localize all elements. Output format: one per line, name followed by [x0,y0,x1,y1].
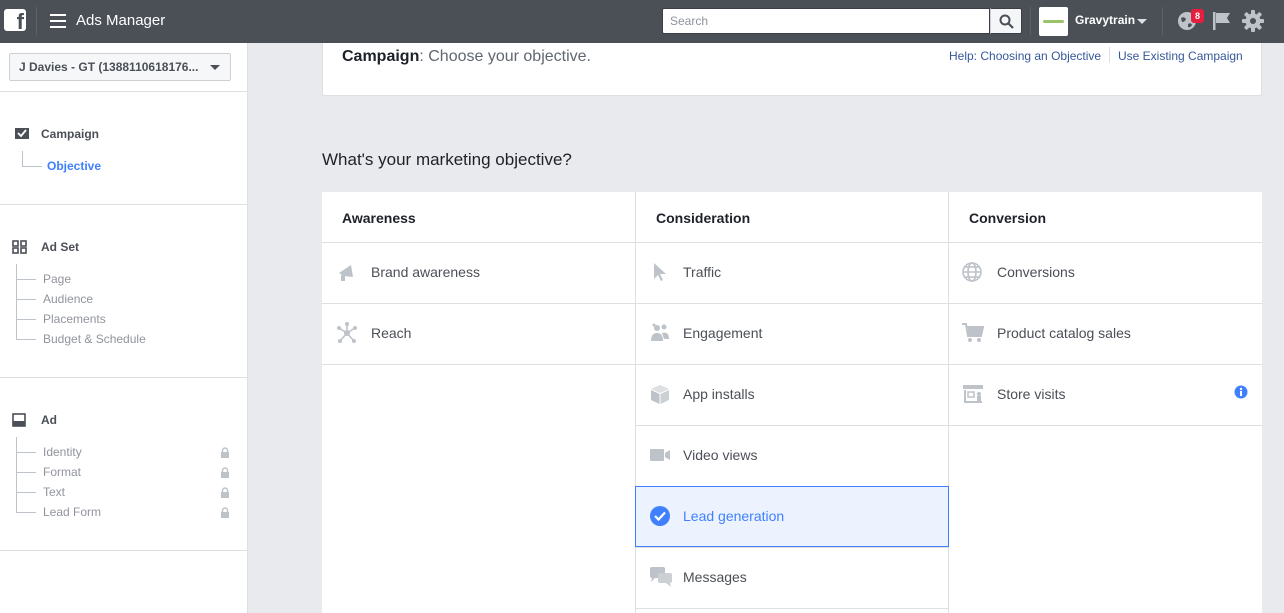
sidebar-section-campaign[interactable]: Campaign [41,127,99,141]
check-circle-icon [650,506,670,526]
column-heading-awareness: Awareness [342,210,416,226]
objective-engagement[interactable]: Engagement [635,303,949,364]
search-icon [999,14,1014,29]
account-selector[interactable]: J Davies - GT (1388110618176... [9,53,231,81]
sidebar-item-placements[interactable]: Placements [43,312,106,326]
lock-icon [221,487,229,498]
sidebar-item-audience[interactable]: Audience [43,292,93,306]
video-camera-icon [650,449,670,461]
globe-icon [962,262,982,282]
sidebar-section-ad[interactable]: Ad [41,413,57,427]
lock-icon [221,507,229,518]
hamburger-menu-icon[interactable] [50,14,66,28]
search-button[interactable] [990,8,1022,34]
shopping-cart-icon [962,323,985,342]
objective-reach[interactable]: Reach [322,303,635,364]
people-icon [651,323,669,341]
sidebar-item-budget-schedule[interactable]: Budget & Schedule [43,332,146,346]
sidebar-item-format[interactable]: Format [43,465,81,479]
sidebar: J Davies - GT (1388110618176... Campaign… [0,43,248,613]
objective-app-installs[interactable]: App installs [635,364,949,425]
marketing-objective-question: What's your marketing objective? [322,150,572,169]
reach-icon [337,322,357,343]
sidebar-section-ad-set[interactable]: Ad Set [41,240,79,254]
sidebar-item-objective[interactable]: Objective [47,159,101,173]
chevron-down-icon [210,65,220,70]
sidebar-item-page[interactable]: Page [43,272,71,286]
account-name[interactable]: Gravytrain [1075,13,1135,27]
objective-product-catalog-sales[interactable]: Product catalog sales [949,303,1262,364]
top-bar: f Ads Manager Gravytrain 8 [0,0,1284,43]
objective-messages[interactable]: Messages [635,547,949,608]
notification-badge: 8 [1191,9,1204,23]
campaign-header-card: Campaign: Choose your objective. Help: C… [322,43,1262,96]
storefront-icon [963,385,983,403]
search-input[interactable] [662,8,990,34]
objective-lead-generation[interactable]: Lead generation [635,486,949,547]
divider [1162,7,1163,35]
info-icon[interactable] [1234,385,1248,399]
flag-icon[interactable] [1212,11,1232,31]
objective-conversions[interactable]: Conversions [949,242,1262,303]
divider [0,204,247,205]
column-heading-conversion: Conversion [969,210,1047,226]
sidebar-item-identity[interactable]: Identity [43,445,82,459]
facebook-logo-icon[interactable]: f [4,9,26,33]
grid-icon [12,240,27,254]
account-avatar[interactable] [1039,7,1068,36]
sidebar-item-lead-form[interactable]: Lead Form [43,505,101,519]
column-heading-consideration: Consideration [656,210,751,226]
divider [0,377,247,378]
objective-table: Awareness Consideration Conversion Brand… [322,192,1262,613]
gear-icon[interactable] [1242,10,1264,32]
objective-store-visits[interactable]: Store visits [949,364,1262,425]
help-choosing-objective-link[interactable]: Help: Choosing an Objective [949,49,1101,63]
cursor-icon [654,263,666,281]
divider [36,7,37,35]
lock-icon [221,467,229,478]
lock-icon [221,447,229,458]
chevron-down-icon[interactable] [1137,19,1147,24]
chat-bubbles-icon [650,567,672,587]
use-existing-campaign-link[interactable]: Use Existing Campaign [1118,49,1243,63]
page-title: Campaign: Choose your objective. [342,48,591,65]
ad-icon [12,413,26,427]
objective-video-views[interactable]: Video views [635,425,949,486]
box-icon [651,385,669,404]
divider [1030,7,1031,35]
megaphone-icon [339,265,353,281]
objective-traffic[interactable]: Traffic [635,242,949,303]
app-title: Ads Manager [76,12,166,29]
divider [0,91,247,92]
checkbox-checked-icon [15,128,29,139]
objective-brand-awareness[interactable]: Brand awareness [322,242,635,303]
divider [1109,47,1110,63]
divider [0,550,247,551]
sidebar-item-text[interactable]: Text [43,485,65,499]
